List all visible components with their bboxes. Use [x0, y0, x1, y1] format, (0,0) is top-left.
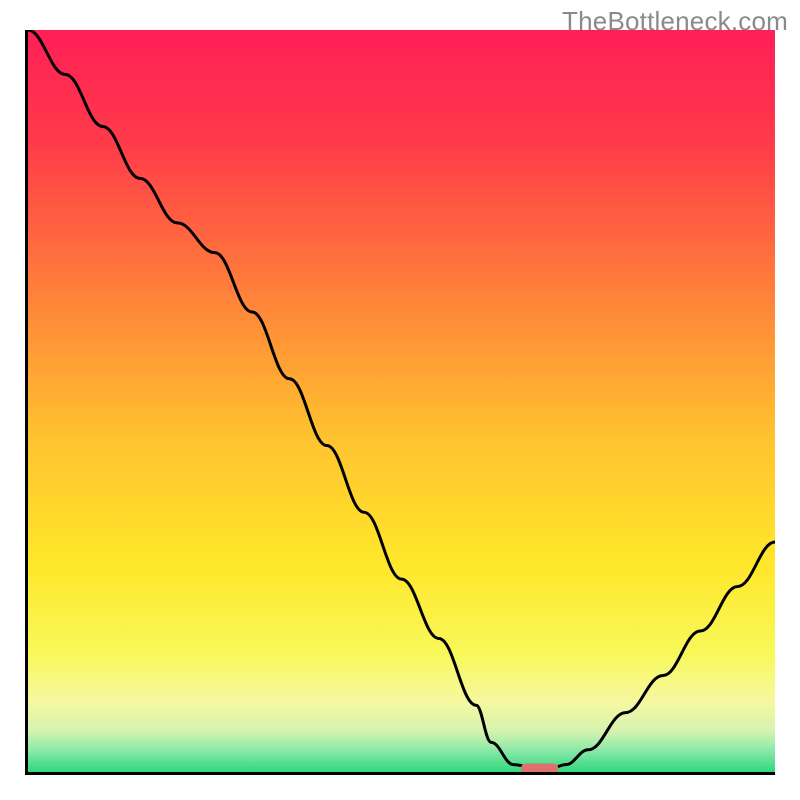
optimal-marker [521, 763, 558, 773]
plot-area [25, 30, 775, 775]
curve-layer [28, 30, 775, 772]
chart-stage: TheBottleneck.com [0, 0, 800, 800]
bottleneck-curve [28, 30, 775, 768]
